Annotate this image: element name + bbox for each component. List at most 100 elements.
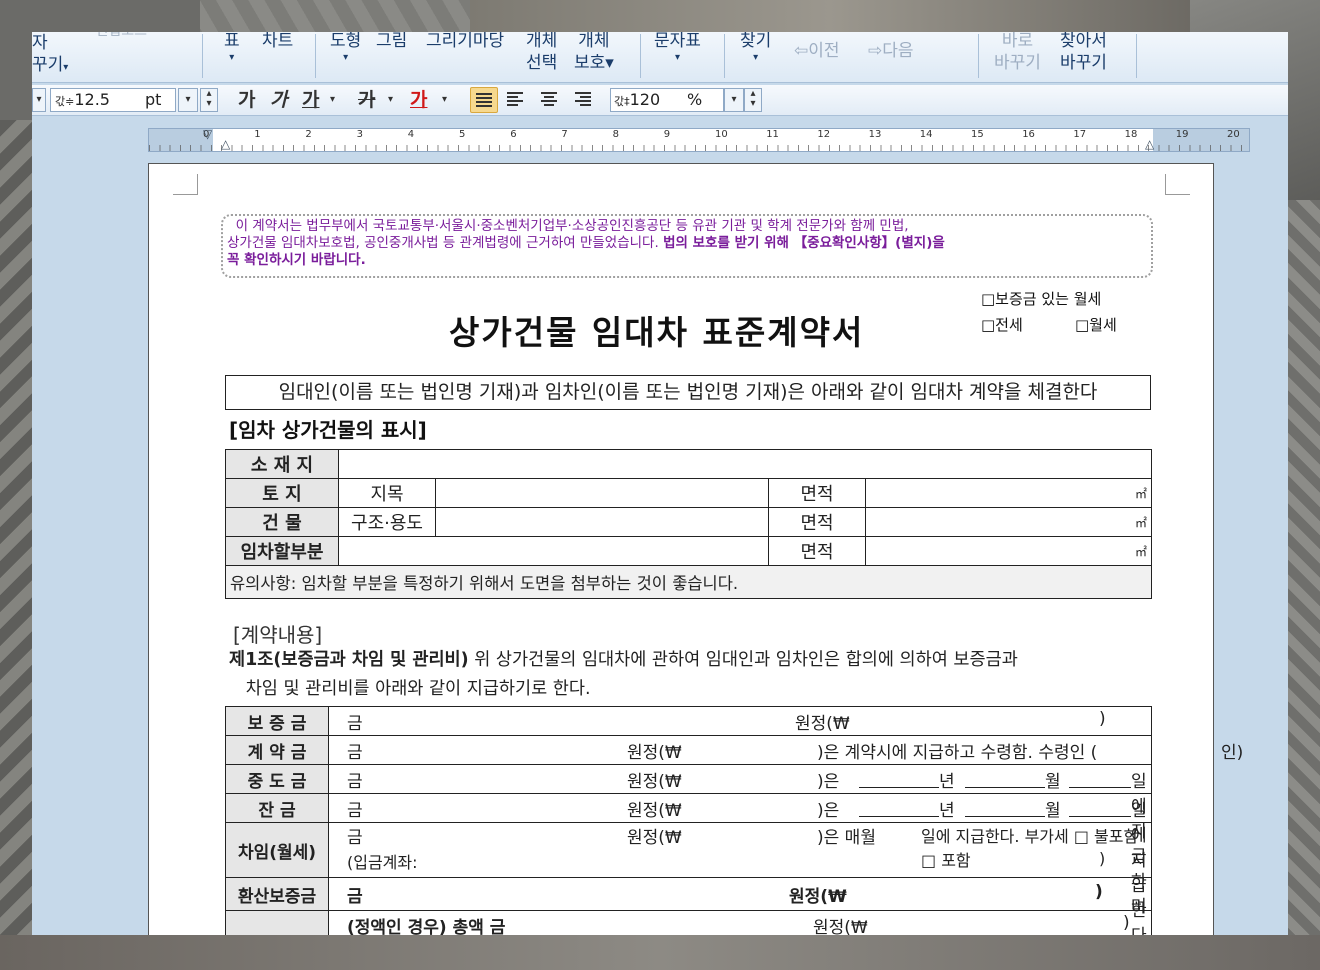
lease-area-cell[interactable]: ㎡ [865,536,1152,566]
balance-month-blank[interactable] [965,796,1045,817]
find-button[interactable]: 찾기 ▾ [740,32,771,64]
balance-prefix: 금 [347,800,363,821]
left-align-button[interactable] [502,87,528,111]
rent-cell[interactable]: 금 원정(₩ )은 매월 일에 지급한다. 부가세 □ 불포함 □ 포함 (입금… [328,822,1152,878]
left-indent-icon[interactable]: △ [221,137,230,151]
article-1: 제1조(보증금과 차임 및 관리비) 위 상가건물의 임대차에 관하여 임대인과… [229,646,1153,704]
quick-replace-button[interactable]: 바로 바꾸기 [994,32,1041,74]
legal-notice-box: 이 계약서는 법무부에서 국토교통부·서울시·중소벤처기업부·소상공인진흥공단 … [221,214,1153,278]
location-label: 소 재 지 [225,449,339,479]
article-1-title: 제1조(보증금과 차임 및 관리비) [229,650,469,670]
table-row: 중 도 금 금 원정(₩ )은 년 월 일에 지급하며 [225,764,1152,917]
ruler-number: 15 [971,129,984,140]
ribbon-separator [1136,34,1137,78]
line-spacing-value: 120 [629,90,661,109]
select-object-label-1: 개체 [526,32,558,51]
select-object-button[interactable]: 개체 선택 [526,32,557,74]
ruler-number: 19 [1175,129,1189,140]
option-monthly[interactable]: □월세 [1075,314,1117,335]
strike-dropdown[interactable]: ▾ [388,87,393,113]
land-area-cell[interactable]: ㎡ [865,478,1152,508]
font-size-dropdown-button[interactable]: ▾ [178,88,198,112]
property-table: 소 재 지 토 지 지목 면적 ㎡ 건 물 구조·용도 면적 ㎡ 임차할부분 면… [225,449,1152,599]
rent-account: (입금계좌: [347,853,418,872]
underline-dropdown[interactable]: ▾ [330,87,335,113]
option-deposit-monthly[interactable]: □보증금 있는 월세 [981,288,1101,309]
drawing-gallery-button[interactable]: 그리기마당 [426,32,504,52]
contract-deposit-cell[interactable]: 금 원정(₩ )은 계약시에 지급하고 수령함. 수령인 ( 인) [328,735,1243,765]
previous-button[interactable]: ⇦이전 [794,40,840,62]
option-jeonse[interactable]: □전세 [981,314,1023,335]
strikethrough-button[interactable]: 가 [358,87,375,113]
shape-button[interactable]: 도형 ▾ [330,32,361,64]
document-page[interactable]: 이 계약서는 법무부에서 국토교통부·서울시·중소벤처기업부·소상공인진흥공단 … [148,163,1243,936]
next-button[interactable]: ⇨다음 [868,40,914,62]
contract-intro: 임대인(이름 또는 법인명 기재)과 임차인(이름 또는 법인명 기재)은 아래… [225,375,1151,410]
building-structure-label: 구조·용도 [338,507,436,537]
right-align-button[interactable] [570,87,596,111]
balance-day-blank[interactable] [1069,796,1131,817]
font-size-spinner[interactable]: ▴ ▾ [200,88,218,112]
line-spacing-input[interactable]: 갃‡120 % [610,88,724,112]
underline-button[interactable]: 가 [302,87,319,113]
center-align-button[interactable] [536,87,562,111]
interim-payment-cell[interactable]: 금 원정(₩ )은 년 월 일에 지급하며 [328,764,1152,917]
chart-button[interactable]: 차트 [262,32,293,52]
find-label: 찾기 [740,32,772,51]
lease-area-label: 면적 [768,536,866,566]
picture-button[interactable]: 그림 [376,32,407,52]
maintenance-cell[interactable]: (정액인 경우) 총액 금 원정(₩ ) [328,910,1152,936]
font-dropdown-button[interactable]: ▾ [32,88,46,112]
symbol-button[interactable]: 문자표 ▾ [654,32,701,64]
ribbon-separator [202,34,203,78]
land-area-label: 면적 [768,478,866,508]
find-replace-button[interactable]: 찾아서 바꾸기 [1060,32,1107,74]
balance-cell[interactable]: 금 원정(₩ )은 년 월 일에 지급한다 [328,793,1152,935]
ruler-ticks [149,145,1249,151]
deposit-cell[interactable]: 금 원정(₩ ) [328,706,1152,736]
table-row: 차임(월세) 금 원정(₩ )은 매월 일에 지급한다. 부가세 □ 불포함 □… [225,822,1152,878]
font-color-dropdown[interactable]: ▾ [442,87,447,113]
bold-button[interactable]: 가 [238,87,255,113]
ribbon-cutoff-label: * 편집모드 [84,32,147,42]
contract-prefix: 금 [347,742,363,763]
shape-label: 도형 [330,32,362,51]
lease-part-cell[interactable] [338,536,769,566]
balance-year-blank[interactable] [859,796,939,817]
ruler-number: 8 [612,129,619,140]
margin-corner [1165,174,1190,195]
ruler-number: 9 [663,129,671,140]
converted-deposit-cell[interactable]: 금 원정(₩ ) [328,877,1152,911]
maint-won: 원정(₩ [813,917,868,936]
protect-object-button[interactable]: 개체 보호▾ [574,32,614,74]
building-structure-cell[interactable] [435,507,769,537]
table-row: 토 지 지목 면적 ㎡ [225,478,1152,508]
balance-month: 월 [1045,800,1061,821]
interim-year-blank[interactable] [859,767,939,788]
horizontal-ruler[interactable]: 0 1 2 3 4 5 6 7 8 9 10 11 12 13 14 15 16 17 18 19 20 ▽ △ △ [148,127,1250,152]
indent-marker-icon[interactable]: ▽ [203,127,212,141]
ruler-number: 12 [817,129,831,140]
land-category-cell[interactable] [435,478,769,508]
ribbon-partial-label-1: 자 [32,33,48,53]
font-size-input[interactable]: 갃≑12.5 pt [50,88,176,112]
line-spacing-spinner[interactable]: ▴ ▾ [744,88,762,112]
font-color-button[interactable]: 가 [410,87,427,113]
line-spacing-dropdown[interactable]: ▾ [724,88,744,112]
interim-month-blank[interactable] [965,767,1045,788]
table-row: 건 물 구조·용도 면적 ㎡ [225,507,1152,537]
italic-button[interactable]: 가 [270,87,287,113]
building-area-cell[interactable]: ㎡ [865,507,1152,537]
location-cell[interactable] [338,449,1152,479]
justify-align-button[interactable] [470,87,498,113]
conv-close: ) [1095,881,1103,902]
drawing-gallery-label: 그리기마당 [426,32,505,51]
table-button[interactable]: 표 ▾ [224,32,240,64]
balance-year: 년 [939,800,955,821]
interim-day-blank[interactable] [1069,767,1131,788]
ribbon-separator [640,34,641,78]
converted-deposit-label: 환산보증금 [225,877,329,911]
ribbon-partial-left[interactable]: 자 꾸기▾ [32,32,68,79]
protect-object-label-1: 개체 [578,32,610,51]
right-indent-icon[interactable]: △ [1145,137,1154,151]
